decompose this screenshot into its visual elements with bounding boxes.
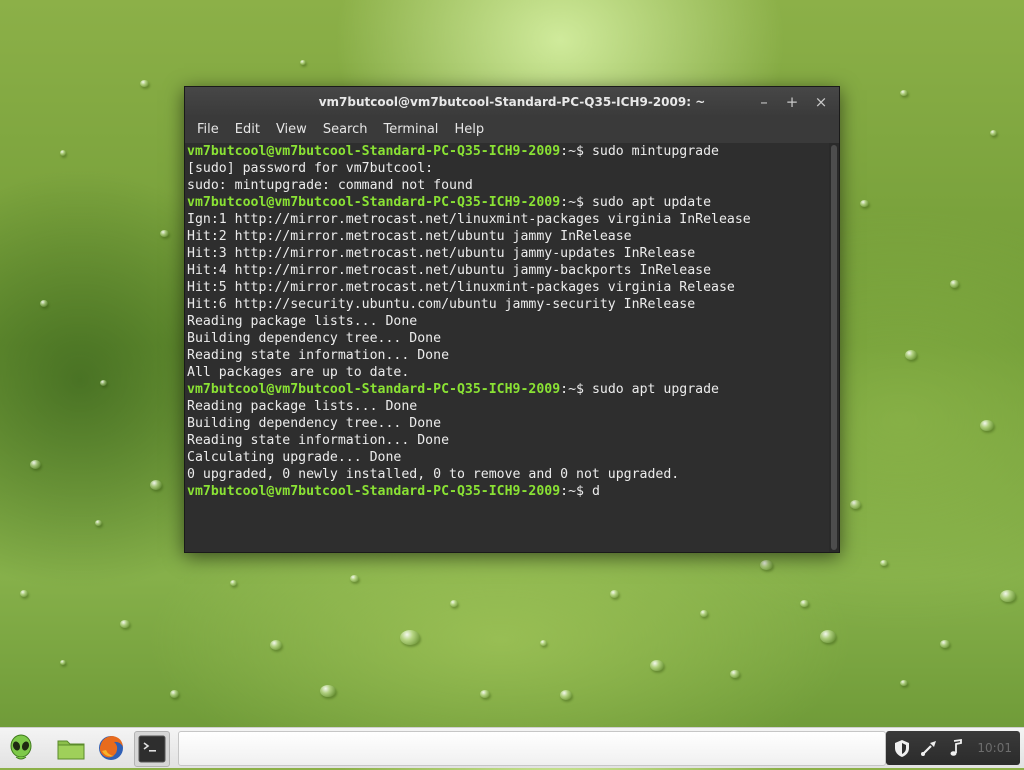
- terminal-line: Hit:2 http://mirror.metrocast.net/ubuntu…: [187, 229, 632, 244]
- terminal-line: Hit:5 http://mirror.metrocast.net/linuxm…: [187, 280, 735, 295]
- terminal-line: Ign:1 http://mirror.metrocast.net/linuxm…: [187, 212, 751, 227]
- terminal-line: sudo: mintupgrade: command not found: [187, 178, 473, 193]
- firefox-icon[interactable]: [96, 733, 126, 763]
- maximize-button[interactable]: +: [783, 93, 801, 111]
- terminal-line: Hit:6 http://security.ubuntu.com/ubuntu …: [187, 297, 696, 312]
- terminal-line: Building dependency tree... Done: [187, 331, 442, 346]
- menu-bar: File Edit View Search Terminal Help: [185, 117, 839, 143]
- taskbar: 10:01: [0, 727, 1024, 768]
- menu-help[interactable]: Help: [446, 117, 492, 143]
- terminal-window[interactable]: vm7butcool@vm7butcool-Standard-PC-Q35-IC…: [184, 86, 840, 553]
- terminal-line: Calculating upgrade... Done: [187, 450, 402, 465]
- mint-menu-icon[interactable]: [6, 733, 36, 763]
- terminal-line: 0 upgraded, 0 newly installed, 0 to remo…: [187, 467, 680, 482]
- terminal-line: vm7butcool@vm7butcool-Standard-PC-Q35-IC…: [187, 144, 719, 159]
- terminal-prompt: vm7butcool@vm7butcool-Standard-PC-Q35-IC…: [187, 382, 561, 397]
- system-tray: 10:01: [886, 731, 1020, 765]
- volume-icon[interactable]: [946, 738, 966, 758]
- terminal-line: Reading state information... Done: [187, 433, 450, 448]
- window-titlebar[interactable]: vm7butcool@vm7butcool-Standard-PC-Q35-IC…: [185, 87, 839, 117]
- terminal-line: Reading package lists... Done: [187, 399, 418, 414]
- terminal-line: vm7butcool@vm7butcool-Standard-PC-Q35-IC…: [187, 484, 600, 499]
- terminal-line: vm7butcool@vm7butcool-Standard-PC-Q35-IC…: [187, 195, 712, 210]
- terminal-line: Hit:4 http://mirror.metrocast.net/ubuntu…: [187, 263, 712, 278]
- shield-icon[interactable]: [892, 738, 912, 758]
- terminal-prompt: vm7butcool@vm7butcool-Standard-PC-Q35-IC…: [187, 144, 561, 159]
- terminal-scrollbar[interactable]: [829, 143, 839, 552]
- terminal-prompt: vm7butcool@vm7butcool-Standard-PC-Q35-IC…: [187, 195, 561, 210]
- window-title: vm7butcool@vm7butcool-Standard-PC-Q35-IC…: [318, 95, 706, 109]
- terminal-line: All packages are up to date.: [187, 365, 410, 380]
- folder-icon[interactable]: [56, 733, 86, 763]
- menu-terminal[interactable]: Terminal: [375, 117, 446, 143]
- terminal-output[interactable]: vm7butcool@vm7butcool-Standard-PC-Q35-IC…: [185, 143, 829, 552]
- terminal-icon[interactable]: [134, 731, 170, 767]
- terminal-line: Building dependency tree... Done: [187, 416, 442, 431]
- menu-edit[interactable]: Edit: [227, 117, 268, 143]
- menu-view[interactable]: View: [268, 117, 315, 143]
- terminal-line: Reading state information... Done: [187, 348, 450, 363]
- window-list[interactable]: [178, 731, 886, 766]
- minimize-button[interactable]: –: [755, 93, 773, 111]
- network-icon[interactable]: [919, 738, 939, 758]
- terminal-line: Hit:3 http://mirror.metrocast.net/ubuntu…: [187, 246, 696, 261]
- menu-file[interactable]: File: [189, 117, 227, 143]
- terminal-prompt: vm7butcool@vm7butcool-Standard-PC-Q35-IC…: [187, 484, 561, 499]
- scrollbar-thumb[interactable]: [831, 145, 837, 550]
- terminal-line: [sudo] password for vm7butcool:: [187, 161, 434, 176]
- terminal-line: vm7butcool@vm7butcool-Standard-PC-Q35-IC…: [187, 382, 719, 397]
- close-button[interactable]: ×: [812, 93, 830, 111]
- terminal-line: Reading package lists... Done: [187, 314, 418, 329]
- clock[interactable]: 10:01: [977, 731, 1012, 765]
- menu-search[interactable]: Search: [315, 117, 376, 143]
